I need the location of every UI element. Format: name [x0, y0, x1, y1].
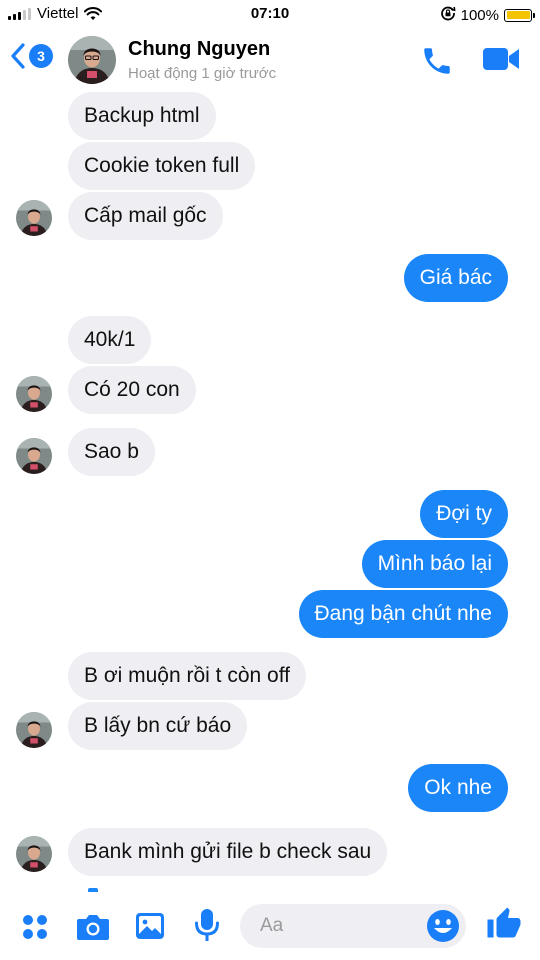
- sender-avatar[interactable]: [16, 376, 52, 412]
- microphone-icon: [195, 909, 219, 941]
- phone-icon: [424, 48, 450, 74]
- battery-icon: [504, 8, 535, 22]
- back-chevron-icon: [11, 43, 25, 69]
- message-bubble-incoming[interactable]: B ơi muộn rồi t còn off: [68, 652, 306, 700]
- voice-call-button[interactable]: [420, 44, 454, 83]
- message-bubble-incoming[interactable]: Cookie token full: [68, 142, 256, 190]
- message-bubble-incoming[interactable]: Có 20 con: [68, 366, 196, 414]
- emoji-button[interactable]: [426, 909, 460, 948]
- message-bubble-outgoing[interactable]: Ok nhe: [408, 764, 508, 812]
- rotation-lock-icon: [440, 5, 456, 25]
- sender-avatar[interactable]: [16, 438, 52, 474]
- emoji-icon: [427, 910, 459, 942]
- status-bar: Viettel 07:10 100%: [0, 0, 540, 28]
- message-bubble-outgoing[interactable]: Đợi ty: [420, 490, 508, 538]
- video-camera-icon: [483, 48, 519, 70]
- message-bubble-outgoing[interactable]: Giá bác: [403, 254, 508, 302]
- unread-count-badge: 3: [29, 44, 53, 68]
- message-bubble-incoming[interactable]: Sao b: [68, 428, 155, 476]
- message-bubble-incoming[interactable]: Backup html: [68, 92, 216, 140]
- voice-record-button[interactable]: [194, 908, 220, 949]
- thumbs-up-icon: [487, 907, 521, 938]
- message-bubble-outgoing[interactable]: Mình báo lại: [361, 540, 508, 588]
- photo-gallery-button[interactable]: [134, 910, 166, 947]
- sender-avatar[interactable]: [16, 836, 52, 872]
- battery-percent: 100%: [460, 6, 499, 24]
- message-bubble-outgoing[interactable]: Đang bận chút nhe: [298, 590, 508, 638]
- contact-avatar[interactable]: [68, 36, 116, 84]
- message-list[interactable]: Backup html Cookie token full Cấp mail g…: [0, 92, 540, 892]
- sender-avatar[interactable]: [16, 200, 52, 236]
- more-apps-button[interactable]: [20, 912, 50, 947]
- camera-icon: [77, 915, 109, 940]
- status-right: 100%: [440, 5, 535, 25]
- message-bubble-incoming[interactable]: Bank mình gửi file b check sau: [68, 828, 388, 876]
- active-status: Hoạt động 1 giờ trước: [128, 65, 277, 82]
- contact-name[interactable]: Chung Nguyen: [128, 38, 270, 61]
- sender-avatar[interactable]: [16, 712, 52, 748]
- apps-grid-icon: [23, 915, 47, 939]
- message-bubble-incoming[interactable]: 40k/1: [68, 316, 152, 364]
- like-button[interactable]: [486, 906, 522, 947]
- back-button[interactable]: 3: [10, 42, 53, 70]
- photo-gallery-icon: [136, 913, 164, 939]
- message-bubble-incoming[interactable]: B lấy bn cứ báo: [68, 702, 248, 750]
- conversation-header: 3 Chung Nguyen Hoạt động 1 giờ trước: [0, 28, 540, 92]
- camera-button[interactable]: [76, 912, 110, 947]
- message-composer: [0, 892, 540, 960]
- message-bubble-incoming[interactable]: Cấp mail gốc: [68, 192, 223, 240]
- video-call-button[interactable]: [482, 46, 520, 77]
